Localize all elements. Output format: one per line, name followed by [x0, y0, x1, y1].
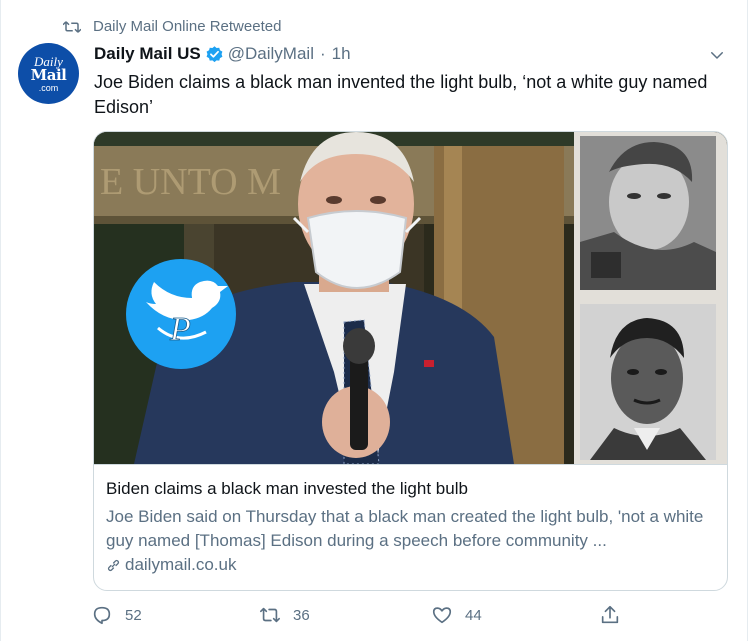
card-image-illustration: E UNTO M P: [94, 132, 727, 464]
author-name[interactable]: Daily Mail US: [94, 44, 201, 64]
like-count: 44: [465, 606, 482, 624]
retweet-icon: [63, 20, 81, 33]
watermark-logo: P: [126, 259, 236, 369]
avatar[interactable]: Daily Mail .com: [18, 43, 79, 104]
retweet-icon: [260, 607, 280, 623]
card-title: Biden claims a black man invested the li…: [106, 479, 468, 498]
svg-text:P: P: [169, 311, 191, 348]
retweet-count: 36: [293, 606, 310, 624]
card-image[interactable]: E UNTO M P: [94, 132, 727, 464]
card-domain: dailymail.co.uk: [106, 555, 237, 575]
share-icon: [601, 605, 619, 624]
reply-count: 52: [125, 606, 142, 624]
tweet[interactable]: Daily Mail Online Retweeted Daily Mail .…: [0, 0, 748, 641]
action-bar: 52 36 44: [91, 604, 631, 630]
verified-badge-icon: [206, 45, 223, 62]
tweet-text: Joe Biden claims a black man invented th…: [94, 72, 708, 117]
tweet-time[interactable]: 1h: [332, 44, 351, 64]
share-button[interactable]: [599, 604, 633, 626]
avatar-line-2: Mail: [30, 65, 67, 84]
link-icon: [107, 559, 120, 571]
tweet-header: Daily Mail US @DailyMail · 1h: [94, 44, 351, 64]
link-card[interactable]: E UNTO M P Biden claims a black man inve…: [93, 131, 728, 591]
card-body[interactable]: Biden claims a black man invested the li…: [94, 464, 727, 590]
reply-button[interactable]: 52: [91, 604, 142, 626]
heart-icon: [432, 607, 452, 624]
retweet-label: Daily Mail Online Retweeted: [93, 18, 282, 35]
chevron-down-icon[interactable]: [708, 46, 726, 64]
retweet-context[interactable]: Daily Mail Online Retweeted: [63, 18, 281, 35]
wall-sign-text: E UNTO M: [100, 161, 281, 203]
card-domain-label: dailymail.co.uk: [125, 555, 237, 574]
avatar-line-3: .com: [38, 82, 59, 93]
header-separator: ·: [319, 44, 326, 63]
author-handle[interactable]: @DailyMail: [228, 44, 314, 64]
like-button[interactable]: 44: [431, 604, 482, 626]
reply-icon: [93, 606, 111, 625]
retweet-button[interactable]: 36: [259, 604, 310, 626]
card-description: Joe Biden said on Thursday that a black …: [106, 507, 704, 550]
